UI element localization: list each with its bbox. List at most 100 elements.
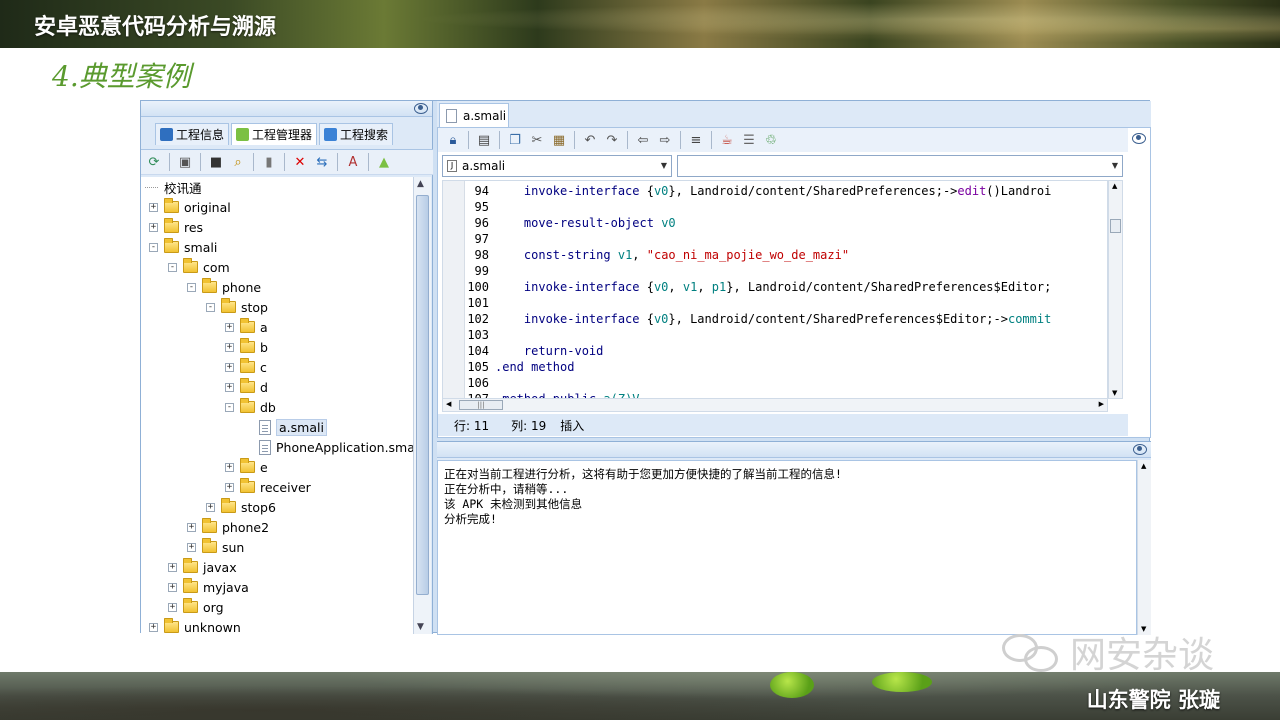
scroll-right-icon[interactable]: ▶ <box>1099 400 1104 408</box>
line-number: 100 <box>467 280 489 294</box>
expand-icon[interactable]: + <box>225 342 234 352</box>
tree-folder-node[interactable]: + original <box>149 197 231 217</box>
delete-icon[interactable]: ✕ <box>291 153 309 171</box>
folder-icon <box>240 478 255 493</box>
window-icon[interactable]: ■ <box>207 153 225 171</box>
scroll-up-icon[interactable]: ▲ <box>417 179 424 189</box>
format-icon[interactable]: ≡ <box>687 131 705 149</box>
tree-file-node[interactable]: PhoneApplication.smal <box>244 437 413 457</box>
save-icon[interactable]: ▤ <box>475 131 493 149</box>
eye-icon[interactable] <box>1132 133 1146 144</box>
code-area[interactable]: 94 invoke-interface {v0}, Landroid/conte… <box>442 180 1108 399</box>
project-tabs: 工程信息 工程管理器 工程搜索 <box>155 123 394 145</box>
bookmark-icon[interactable]: ▮ <box>260 153 278 171</box>
undo-icon[interactable]: ↶ <box>581 131 599 149</box>
copy-icon[interactable]: ❐ <box>506 131 524 149</box>
tree-scrollbar[interactable]: ▲ ▼ <box>413 177 431 634</box>
apk-icon[interactable]: A <box>344 153 362 171</box>
tree-folder-node[interactable]: - com <box>168 257 230 277</box>
redo-icon[interactable]: ↷ <box>603 131 621 149</box>
tree-folder-node[interactable]: - smali <box>149 237 217 257</box>
find-icon[interactable]: ⌕ <box>229 153 247 171</box>
eye-icon[interactable] <box>414 103 428 114</box>
scroll-up-icon[interactable]: ▲ <box>1141 462 1146 470</box>
tree-folder-node[interactable]: + stop6 <box>206 497 276 517</box>
collapse-icon[interactable]: - <box>206 302 215 312</box>
expand-icon[interactable]: + <box>168 562 177 572</box>
list-icon[interactable]: ☰ <box>740 131 758 149</box>
tree-folder-node[interactable]: - stop <box>206 297 268 317</box>
tree-folder-node[interactable]: + phone2 <box>187 517 269 537</box>
tree-folder-node[interactable]: + javax <box>168 557 237 577</box>
folder-icon <box>183 558 198 573</box>
output-log[interactable]: 正在对当前工程进行分析，这将有助于您更加方便快捷的了解当前工程的信息! 正在分析… <box>437 460 1137 635</box>
tree-folder-node[interactable]: + sun <box>187 537 244 557</box>
expand-icon[interactable]: + <box>225 462 234 472</box>
cut-icon[interactable]: ✂ <box>528 131 546 149</box>
expand-icon[interactable]: + <box>149 222 158 232</box>
android-icon[interactable]: ▲ <box>375 153 393 171</box>
tab-project-info[interactable]: 工程信息 <box>155 123 230 145</box>
scroll-down-icon[interactable]: ▼ <box>1112 389 1117 397</box>
method-combo[interactable]: ▼ <box>677 155 1123 177</box>
tree-folder-node[interactable]: 校讯通 <box>145 177 202 197</box>
scrollbar-thumb[interactable] <box>416 195 429 595</box>
code-horizontal-scrollbar[interactable]: ◀ ||| ▶ <box>442 398 1108 412</box>
expand-icon[interactable]: + <box>225 322 234 332</box>
collapse-icon[interactable]: - <box>149 242 158 252</box>
eye-icon[interactable] <box>1133 444 1147 455</box>
tree-node-label: stop6 <box>241 499 276 515</box>
expand-icon[interactable]: + <box>225 482 234 492</box>
output-scrollbar[interactable]: ▲ ▼ <box>1137 460 1151 635</box>
import-icon[interactable]: ▣ <box>176 153 194 171</box>
collapse-icon[interactable]: - <box>225 402 234 412</box>
java-icon[interactable]: ☕︎ <box>718 131 736 149</box>
scroll-up-icon[interactable]: ▲ <box>1112 182 1117 190</box>
collapse-icon[interactable]: - <box>168 262 177 272</box>
tree-folder-node[interactable]: + receiver <box>225 477 311 497</box>
tree-folder-node[interactable]: + res <box>149 217 203 237</box>
tree-folder-node[interactable]: - phone <box>187 277 261 297</box>
code-token: p1 <box>711 280 727 294</box>
tree-folder-node[interactable]: - db <box>225 397 276 417</box>
expand-icon[interactable]: + <box>168 602 177 612</box>
expand-icon[interactable]: + <box>149 622 158 632</box>
collapse-icon[interactable]: - <box>187 282 196 292</box>
jar-icon[interactable]: ♲ <box>762 131 780 149</box>
tab-project-manager[interactable]: 工程管理器 <box>231 123 318 145</box>
tree-folder-node[interactable]: + a <box>225 317 268 337</box>
tree-folder-node[interactable]: + org <box>168 597 224 617</box>
tree-folder-node[interactable]: + d <box>225 377 268 397</box>
tab-label: 工程管理器 <box>252 128 313 142</box>
scrollbar-thumb[interactable] <box>1110 219 1121 233</box>
tree-folder-node[interactable]: + unknown <box>149 617 241 634</box>
document-tab[interactable]: a.smali <box>439 103 509 127</box>
scroll-left-icon[interactable]: ◀ <box>446 400 451 408</box>
back-icon[interactable]: ⇦ <box>634 131 652 149</box>
expand-icon[interactable]: + <box>225 382 234 392</box>
expand-icon[interactable]: + <box>225 362 234 372</box>
file-combo[interactable]: J a.smali ▼ <box>442 155 672 177</box>
expand-icon[interactable]: + <box>206 502 215 512</box>
scrollbar-thumb[interactable]: ||| <box>459 400 503 410</box>
expand-icon[interactable]: + <box>149 202 158 212</box>
paste-icon[interactable]: ▦ <box>550 131 568 149</box>
code-vertical-scrollbar[interactable]: ▲ ▼ <box>1108 180 1123 399</box>
lock-icon[interactable]: 🔒︎ <box>444 131 462 149</box>
tree-folder-node[interactable]: + c <box>225 357 267 377</box>
expand-icon[interactable]: + <box>168 582 177 592</box>
project-panel-header <box>141 101 432 117</box>
tab-project-search[interactable]: 工程搜索 <box>319 123 394 145</box>
refresh-icon[interactable]: ⟳ <box>145 153 163 171</box>
forward-icon[interactable]: ⇨ <box>656 131 674 149</box>
scroll-down-icon[interactable]: ▼ <box>417 622 424 632</box>
expand-icon[interactable]: + <box>187 542 196 552</box>
tree-folder-node[interactable]: + myjava <box>168 577 249 597</box>
toolbar-separator <box>284 153 285 171</box>
code-token: , <box>668 280 683 294</box>
export-icon[interactable]: ⇆ <box>313 153 331 171</box>
expand-icon[interactable]: + <box>187 522 196 532</box>
tree-folder-node[interactable]: + e <box>225 457 268 477</box>
tree-folder-node[interactable]: + b <box>225 337 268 357</box>
tree-file-node[interactable]: a.smali <box>244 417 327 437</box>
